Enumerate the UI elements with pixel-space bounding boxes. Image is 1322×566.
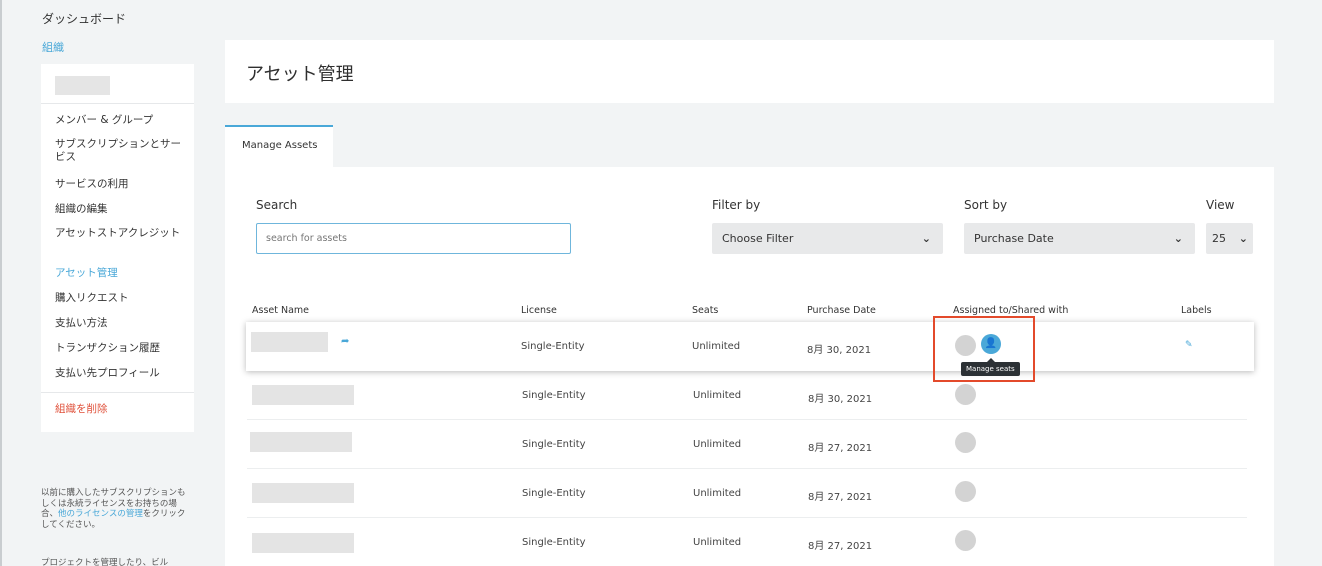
annotation-highlight-box: [933, 316, 1035, 382]
search-input[interactable]: [256, 223, 571, 254]
view-label: View: [1206, 198, 1235, 212]
filter-label: Filter by: [712, 198, 761, 212]
asset-name-redacted: [252, 385, 354, 405]
table-row[interactable]: Single-Entity Unlimited 8月 27, 2021: [247, 420, 1247, 469]
purchase-date-cell: 8月 30, 2021: [808, 394, 873, 405]
user-avatar: [955, 432, 976, 453]
view-select-value: 25: [1212, 232, 1226, 245]
user-avatar: [955, 530, 976, 551]
manage-other-licenses-link[interactable]: 他のライセンスの管理: [58, 509, 143, 519]
assets-panel: Search Filter by Choose Filter ⌄ Sort by…: [225, 167, 1274, 566]
sidebar-item-edit-organization[interactable]: 組織の編集: [55, 203, 185, 216]
table-row[interactable]: Single-Entity Unlimited 8月 27, 2021: [247, 469, 1247, 518]
divider: [41, 392, 194, 393]
purchase-date-cell: 8月 30, 2021: [807, 345, 872, 356]
user-avatar: [955, 384, 976, 405]
sidebar-item-purchase-requests[interactable]: 購入リクエスト: [55, 292, 185, 305]
asset-name-redacted: [250, 432, 352, 452]
sort-select[interactable]: Purchase Date ⌄: [964, 223, 1195, 254]
view-select[interactable]: 25 ⌄: [1206, 223, 1253, 254]
sidebar-item-service-usage[interactable]: サービスの利用: [55, 178, 185, 191]
seats-cell: Unlimited: [693, 439, 742, 450]
sort-label: Sort by: [964, 198, 1008, 212]
search-label: Search: [256, 198, 298, 212]
organization-logo-placeholder: [55, 76, 110, 95]
column-header-license[interactable]: License: [521, 305, 557, 316]
seats-cell: Unlimited: [693, 537, 742, 548]
table-row[interactable]: ➦ Single-Entity Unlimited 8月 30, 2021 👤 …: [246, 322, 1254, 376]
seats-cell: Unlimited: [693, 488, 742, 499]
edit-label-icon[interactable]: ✎: [1185, 340, 1193, 350]
user-avatar: [955, 481, 976, 502]
table-row[interactable]: Single-Entity Unlimited 8月 27, 2021: [247, 518, 1247, 566]
column-header-labels[interactable]: Labels: [1181, 305, 1212, 316]
chevron-down-icon: ⌄: [921, 232, 931, 245]
seats-cell: Unlimited: [692, 341, 741, 352]
license-cell: Single-Entity: [521, 341, 585, 352]
sidebar: ダッシュボード 組織 メンバー & グループ サブスクリプションとサービス サー…: [0, 0, 215, 566]
sidebar-nav-card: メンバー & グループ サブスクリプションとサービス サービスの利用 組織の編集…: [41, 64, 194, 432]
project-note: プロジェクトを管理したり、ビル: [41, 558, 169, 566]
sidebar-item-asset-store-credit[interactable]: アセットストアクレジット: [55, 227, 185, 240]
legacy-license-note: 以前に購入したサブスクリプションもしくは永続ライセンスをお持ちの場合、他のライセ…: [41, 488, 191, 530]
sidebar-item-transaction-history[interactable]: トランザクション履歴: [55, 342, 185, 355]
asset-name-redacted: [252, 483, 354, 503]
filter-select-value: Choose Filter: [722, 232, 794, 245]
sidebar-organization-link[interactable]: 組織: [42, 39, 64, 55]
chevron-down-icon: ⌄: [1173, 232, 1183, 245]
divider: [41, 103, 194, 104]
chevron-down-icon: ⌄: [1238, 232, 1248, 245]
purchase-date-cell: 8月 27, 2021: [808, 492, 873, 503]
license-cell: Single-Entity: [522, 537, 586, 548]
purchase-date-cell: 8月 27, 2021: [808, 443, 873, 454]
filter-select[interactable]: Choose Filter ⌄: [712, 223, 943, 254]
table-row[interactable]: Single-Entity Unlimited 8月 30, 2021: [247, 371, 1247, 420]
page-title: アセット管理: [246, 64, 354, 85]
asset-name-redacted: [252, 533, 354, 553]
purchase-date-cell: 8月 27, 2021: [808, 541, 873, 552]
sidebar-item-delete-organization[interactable]: 組織を削除: [55, 403, 185, 416]
asset-name-redacted: [251, 332, 328, 352]
column-header-purchase-date[interactable]: Purchase Date: [807, 305, 876, 316]
sidebar-item-members-groups[interactable]: メンバー & グループ: [55, 114, 185, 127]
license-cell: Single-Entity: [522, 439, 586, 450]
license-cell: Single-Entity: [522, 488, 586, 499]
sidebar-item-subscriptions[interactable]: サブスクリプションとサービス: [55, 138, 185, 164]
license-cell: Single-Entity: [522, 390, 586, 401]
column-header-asset-name[interactable]: Asset Name: [252, 305, 309, 316]
sidebar-item-payment-methods[interactable]: 支払い方法: [55, 317, 185, 330]
sidebar-item-asset-management[interactable]: アセット管理: [55, 267, 185, 280]
page-header: アセット管理: [225, 40, 1274, 103]
share-arrow-icon[interactable]: ➦: [341, 336, 349, 347]
sidebar-item-payee-profile[interactable]: 支払い先プロフィール: [55, 367, 185, 380]
sort-select-value: Purchase Date: [974, 232, 1054, 245]
seats-cell: Unlimited: [693, 390, 742, 401]
column-header-seats[interactable]: Seats: [692, 305, 718, 316]
column-header-assigned[interactable]: Assigned to/Shared with: [953, 305, 1068, 316]
tab-manage-assets[interactable]: Manage Assets: [225, 125, 333, 167]
sidebar-dashboard-link[interactable]: ダッシュボード: [42, 10, 126, 27]
